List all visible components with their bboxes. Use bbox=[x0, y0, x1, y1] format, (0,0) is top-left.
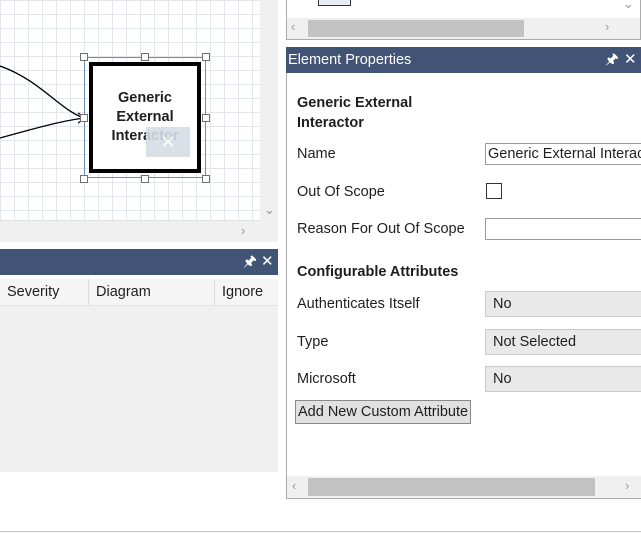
name-field[interactable]: Generic External Interactor bbox=[485, 143, 641, 165]
stencil-item-icon[interactable] bbox=[318, 0, 351, 6]
resize-handle-s[interactable] bbox=[141, 175, 149, 183]
properties-title-bar: Element Properties 🖈 ✕ bbox=[286, 47, 641, 73]
scrollbar-thumb[interactable] bbox=[308, 20, 524, 37]
microsoft-select[interactable]: No bbox=[485, 366, 641, 392]
resize-handle-e[interactable] bbox=[202, 114, 210, 122]
column-header-severity[interactable]: Severity bbox=[0, 279, 89, 306]
chevron-right-icon[interactable]: › bbox=[625, 478, 629, 493]
chevron-left-icon[interactable]: ‹ bbox=[292, 478, 296, 493]
out-of-scope-checkbox[interactable] bbox=[486, 183, 502, 199]
scrollbar-corner bbox=[260, 220, 278, 242]
connector-line-upper[interactable] bbox=[0, 65, 85, 119]
properties-title: Element Properties bbox=[288, 52, 412, 68]
status-divider bbox=[0, 531, 641, 532]
properties-panel: Generic External Interactor Name Generic… bbox=[286, 73, 641, 499]
column-header-diagram[interactable]: Diagram bbox=[89, 279, 215, 306]
resize-handle-w[interactable] bbox=[80, 114, 88, 122]
close-icon[interactable]: ✕ bbox=[624, 47, 637, 73]
type-select[interactable]: Not Selected bbox=[485, 329, 641, 355]
attribute-label-authenticates: Authenticates Itself bbox=[297, 296, 420, 312]
canvas-horizontal-scrollbar[interactable]: › bbox=[0, 220, 260, 242]
resize-handle-n[interactable] bbox=[141, 53, 149, 61]
scrollbar-thumb[interactable] bbox=[308, 478, 595, 496]
chevron-left-icon[interactable]: ‹ bbox=[291, 19, 295, 34]
close-icon[interactable]: ✕ bbox=[261, 249, 274, 275]
reason-field[interactable] bbox=[485, 218, 641, 240]
column-header-ignore[interactable]: Ignore bbox=[215, 279, 278, 306]
pin-icon[interactable]: 🖈 bbox=[243, 249, 257, 275]
add-custom-attribute-button[interactable]: Add New Custom Attribute bbox=[295, 400, 472, 424]
canvas-vertical-scrollbar[interactable]: ⌄ bbox=[260, 0, 278, 220]
attribute-label-microsoft: Microsoft bbox=[297, 371, 356, 387]
properties-horizontal-scrollbar[interactable]: ‹ › bbox=[287, 476, 641, 498]
error-list-title-bar: 🖈 ✕ bbox=[0, 249, 278, 275]
connector-line-lower[interactable] bbox=[0, 117, 85, 139]
stencil-panel: ⌄ ‹ › bbox=[286, 0, 641, 40]
resize-handle-sw[interactable] bbox=[80, 175, 88, 183]
resize-handle-ne[interactable] bbox=[202, 53, 210, 61]
pin-icon[interactable]: 🖈 bbox=[605, 47, 619, 73]
error-list-body bbox=[0, 306, 278, 472]
configurable-attributes-heading: Configurable Attributes bbox=[297, 264, 459, 280]
name-label: Name bbox=[297, 146, 336, 162]
element-type-heading: Generic External Interactor bbox=[297, 95, 413, 131]
chevron-down-icon[interactable]: ⌄ bbox=[623, 0, 634, 12]
attribute-label-type: Type bbox=[297, 334, 329, 350]
reason-label: Reason For Out Of Scope bbox=[297, 221, 465, 237]
out-of-scope-label: Out Of Scope bbox=[297, 184, 385, 200]
chevron-right-icon[interactable]: › bbox=[241, 223, 245, 238]
interactor-watermark-icon: ✕ bbox=[146, 127, 190, 157]
stencil-horizontal-scrollbar[interactable]: ‹ › bbox=[287, 18, 640, 39]
authenticates-itself-select[interactable]: No bbox=[485, 291, 641, 317]
error-list-header: Severity Diagram Ignore bbox=[0, 279, 278, 306]
resize-handle-nw[interactable] bbox=[80, 53, 88, 61]
chevron-down-icon[interactable]: ⌄ bbox=[264, 202, 275, 218]
chevron-right-icon[interactable]: › bbox=[605, 19, 609, 34]
resize-handle-se[interactable] bbox=[202, 175, 210, 183]
